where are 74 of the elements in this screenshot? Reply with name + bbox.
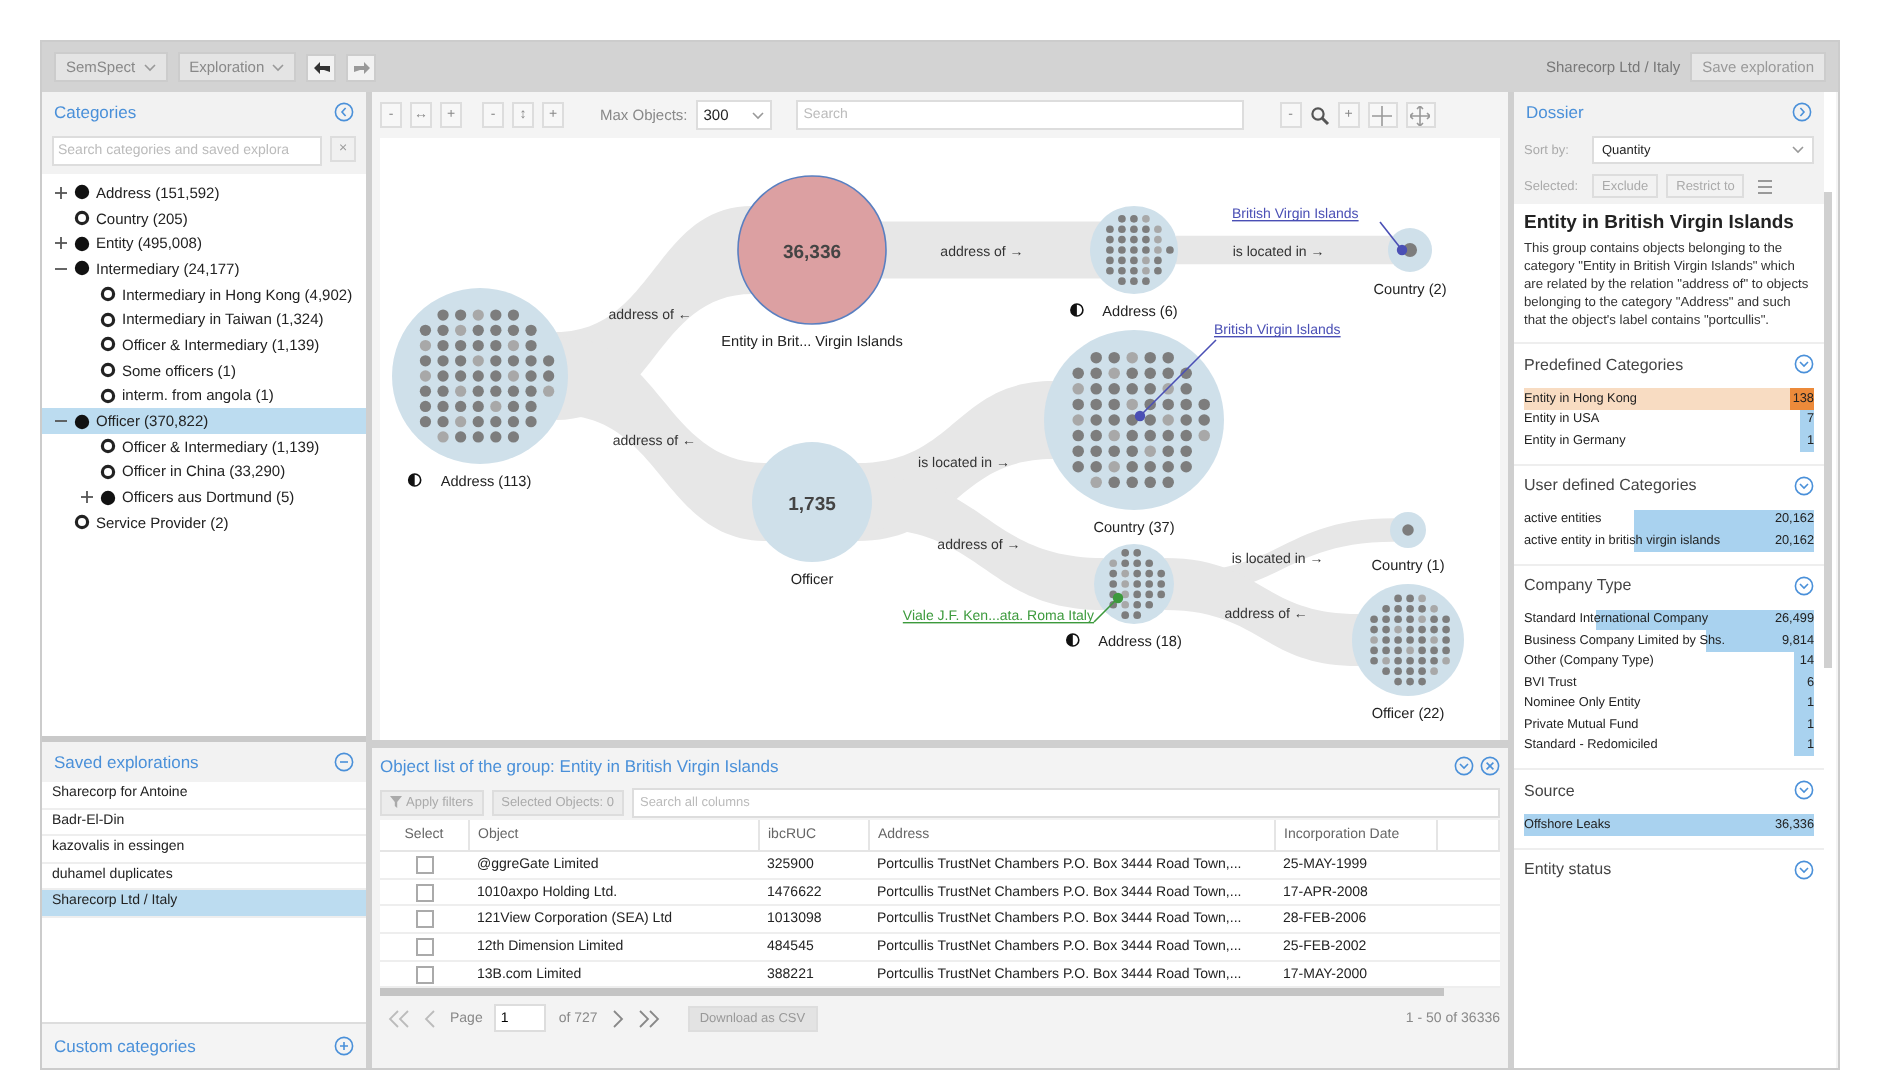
collapse-icon[interactable] [1454,756,1474,776]
scrollbar[interactable] [1824,192,1832,668]
expand-toggle[interactable] [54,236,68,251]
highlight-dot [1112,592,1124,604]
panel-title: Object list of the group: Entity in British Virgin Islands [380,756,779,776]
redo-icon [353,61,370,73]
expand-toggle[interactable] [80,490,94,505]
checkbox[interactable] [415,883,434,902]
node-circle[interactable] [737,175,887,325]
caret-icon [272,63,285,71]
caret-icon [1792,146,1804,154]
collapse-icon[interactable] [1794,859,1814,879]
crosshair-button[interactable] [1367,102,1398,128]
leader-line [1379,221,1403,251]
section-title: Entity status [1524,860,1612,878]
collapse-icon[interactable] [334,752,354,772]
checkbox[interactable] [415,937,434,956]
node-circle[interactable] [1390,512,1426,548]
category-ring-icon [74,210,90,227]
category-dot-icon [100,489,116,506]
collapse-icon[interactable] [1792,102,1812,122]
highlight-dot [1396,244,1408,256]
collapse-icon[interactable] [1794,354,1814,374]
section-title: Company Type [1524,576,1632,594]
section-title: Predefined Categories [1524,355,1684,373]
checkbox[interactable] [415,965,434,984]
section-title: User defined Categories [1524,476,1697,494]
category-ring-icon [74,514,90,531]
node-circle[interactable] [1352,584,1464,696]
category-dot-icon [74,260,90,277]
category-dot-icon [74,413,90,430]
last-page-icon[interactable] [635,1009,660,1028]
search-icon[interactable] [1309,105,1330,125]
collapse-icon[interactable] [1794,475,1814,495]
checkbox[interactable] [415,855,434,874]
close-icon[interactable] [1480,756,1500,776]
node-circle[interactable] [1388,228,1432,272]
leader-line [1139,339,1217,417]
first-page-icon[interactable] [388,1009,412,1028]
collapse-icon[interactable] [334,102,354,122]
node-circle[interactable] [1094,544,1174,624]
caret-icon [751,111,764,119]
redo-button[interactable] [346,53,377,81]
highlight-dot [1134,410,1146,422]
next-page-icon[interactable] [609,1009,624,1028]
funnel-icon [390,796,402,808]
move-arrows-icon [1410,105,1431,125]
undo-button[interactable] [306,53,337,81]
node-circle[interactable] [752,442,872,562]
node-count: 1,735 [788,494,836,516]
undo-icon [313,61,330,73]
panel-title: Custom categories [54,1036,196,1056]
collapse-icon[interactable] [1794,575,1814,595]
menu-icon[interactable] [1756,177,1775,195]
crosshair-icon [1372,105,1393,125]
checkbox[interactable] [415,910,434,929]
category-dot-icon [74,184,90,201]
node-count: 36,336 [782,242,842,264]
category-dot-icon [74,235,90,252]
leader-line [1093,597,1119,623]
collapse-icon[interactable] [1794,780,1814,800]
node-circle[interactable] [1090,206,1178,294]
fit-view-button[interactable] [1405,102,1436,128]
expand-toggle[interactable] [54,185,68,200]
add-icon[interactable] [334,1036,354,1056]
previous-page-icon[interactable] [424,1009,438,1028]
section-title: Source [1524,781,1575,799]
panel-title: Dossier [1526,102,1584,122]
panel-title: Categories [54,102,137,122]
node-circle[interactable] [392,288,568,464]
panel-title: Saved explorations [54,752,199,772]
group-heading: Entity in British Virgin Islands [1522,210,1796,238]
caret-icon [143,63,156,71]
scrollbar[interactable] [380,988,1444,997]
